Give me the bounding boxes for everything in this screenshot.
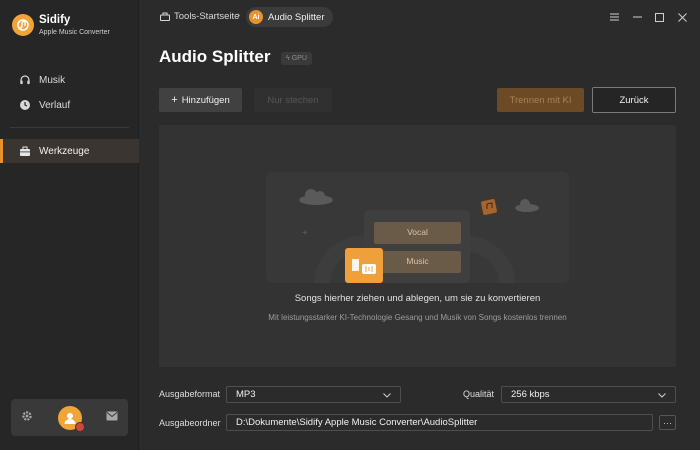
minimize-icon[interactable] [630, 10, 644, 24]
drop-zone-subtitle: Mit leistungsstarker KI-Technologie Gesa… [268, 313, 567, 322]
quality-value: 256 kbps [511, 389, 550, 400]
sidebar-item-verlauf[interactable]: Verlauf [0, 93, 139, 117]
sidebar-divider [10, 127, 129, 128]
output-folder-field[interactable]: D:\Dokumente\Sidify Apple Music Converte… [226, 414, 653, 431]
breadcrumb-home[interactable]: Tools-Startseite [160, 11, 239, 22]
music-label: Music [406, 256, 429, 266]
avatar[interactable] [57, 405, 85, 432]
chevron-right-icon: › [237, 10, 241, 21]
output-format-value: MP3 [236, 389, 256, 400]
add-button-label: Hinzufügen [181, 94, 230, 106]
output-format-select[interactable]: MP3 [226, 386, 401, 403]
quality-label: Qualität [463, 389, 495, 399]
sidify-logo-icon [12, 14, 34, 36]
back-button[interactable]: Zurück [592, 87, 676, 113]
headphones-icon [19, 74, 31, 86]
plus-icon: + [171, 94, 178, 106]
user-icon [64, 412, 75, 424]
sidebar-footer [11, 399, 128, 436]
chevron-down-icon [383, 393, 391, 398]
ai-icon: Ai [249, 10, 263, 24]
sidebar-item-musik[interactable]: Musik [0, 68, 139, 92]
music-note-icon [481, 199, 497, 215]
breadcrumb-current: Ai Audio Splitter [246, 7, 333, 27]
browse-folder-button[interactable]: ··· [659, 415, 676, 430]
settings-gear-icon[interactable] [21, 410, 33, 425]
quality-select[interactable]: 256 kbps [501, 386, 676, 403]
account-status-icon [74, 421, 85, 432]
output-folder-label: Ausgabeordner [159, 418, 221, 428]
vocal-label: Vocal [407, 227, 428, 237]
sidebar-item-label: Musik [39, 74, 66, 86]
maximize-icon[interactable] [652, 10, 666, 24]
edit-button[interactable]: Nur stechen [254, 88, 332, 112]
drop-zone[interactable]: + Vocal Music Songs hierher ziehen und a… [159, 125, 676, 367]
breadcrumb-home-label: Tools-Startseite [174, 11, 240, 22]
close-icon[interactable] [675, 10, 689, 24]
gpu-badge: ϟ GPU [281, 52, 312, 65]
title-bar: Tools-Startseite › Ai Audio Splitter [140, 0, 700, 34]
svg-text:+: + [302, 228, 308, 239]
add-button[interactable]: + Hinzufügen [159, 88, 242, 112]
drop-zone-title: Songs hierher ziehen und ablegen, um sie… [294, 293, 541, 304]
mail-icon[interactable] [106, 411, 118, 424]
sidebar: Sidify Apple Music Converter Musik Verla… [0, 0, 139, 450]
chevron-down-icon [658, 393, 666, 398]
sidebar-item-label: Werkzeuge [39, 145, 90, 157]
app-logo: Sidify Apple Music Converter [12, 14, 110, 36]
page-title: Audio Splitter [159, 47, 271, 66]
sidebar-item-werkzeuge[interactable]: Werkzeuge [0, 139, 139, 163]
drop-illustration: + [266, 172, 569, 284]
gpu-badge-label: GPU [291, 55, 307, 62]
output-folder-value: D:\Dokumente\Sidify Apple Music Converte… [236, 417, 478, 428]
sidebar-item-label: Verlauf [39, 99, 71, 111]
lightning-icon: ϟ [286, 55, 290, 62]
toolbox-icon [19, 145, 31, 157]
breadcrumb-current-label: Audio Splitter [268, 11, 325, 23]
toolbox-icon [160, 12, 170, 21]
app-name: Sidify [39, 14, 71, 26]
clock-icon [19, 99, 31, 111]
app-subtitle: Apple Music Converter [39, 29, 110, 36]
output-format-label: Ausgabeformat [159, 389, 221, 399]
split-with-ai-button[interactable]: Trennen mit KI [497, 88, 584, 112]
menu-icon[interactable] [607, 10, 621, 24]
